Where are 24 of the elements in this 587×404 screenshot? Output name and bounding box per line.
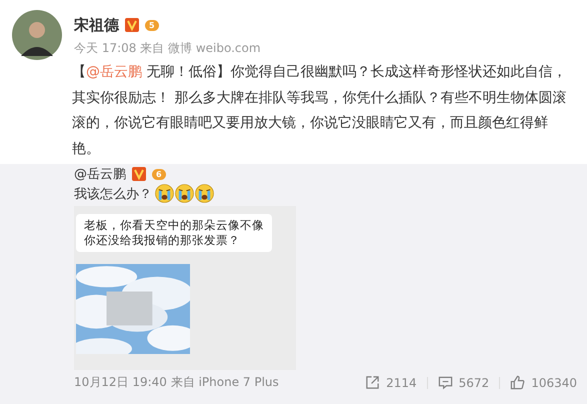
repost-author[interactable]: @岳云鹏 [74,165,126,183]
crying-face-icon [175,184,194,203]
post-meta: 今天 17:08 来自 微博 weibo.com [74,40,262,57]
share-icon [365,375,380,390]
avatar[interactable] [12,10,62,60]
author-name[interactable]: 宋祖德 [74,16,119,34]
action-button[interactable]: 106340 [510,375,577,390]
level-badge: 6 [152,168,166,180]
message-text: 你还没给我报销的那张发票？ [84,233,241,248]
mention-link[interactable]: @岳云鹏 [86,64,142,80]
message-text: 老板，你看天空中的那朵云像不像 [84,218,264,233]
thumbs-up-icon [510,375,526,390]
comment-icon [438,375,453,390]
level-badge: 5 [145,20,159,30]
repost-meta: 10月12日 19:40 来自 iPhone 7 Plus [74,374,279,391]
action-button[interactable]: 5672 [438,375,490,390]
screenshot-image[interactable]: 老板，你看天空中的那朵云像不像 你还没给我报销的那张发票？ [74,206,296,370]
post-text: 【@岳云鹏 无聊！低俗】你觉得自己很幽默吗？长成这样奇形怪状还如此自信，其实你很励志！ 那么多大牌在排队等我骂，你凭什么插队？有些不明生物体圆滚滚的，你说它有眼睛吧又要用放大镜，你说它没眼睛它又有，而且颜色红得鲜艳。 [72,63,568,158]
crying-face-icon [155,184,174,203]
verified-badge-icon [125,18,139,32]
action-button[interactable]: 2114 [365,375,417,390]
repost-text: 我该怎么办？ [74,186,152,202]
verified-badge-icon [132,167,146,181]
crying-face-icon [195,184,214,203]
